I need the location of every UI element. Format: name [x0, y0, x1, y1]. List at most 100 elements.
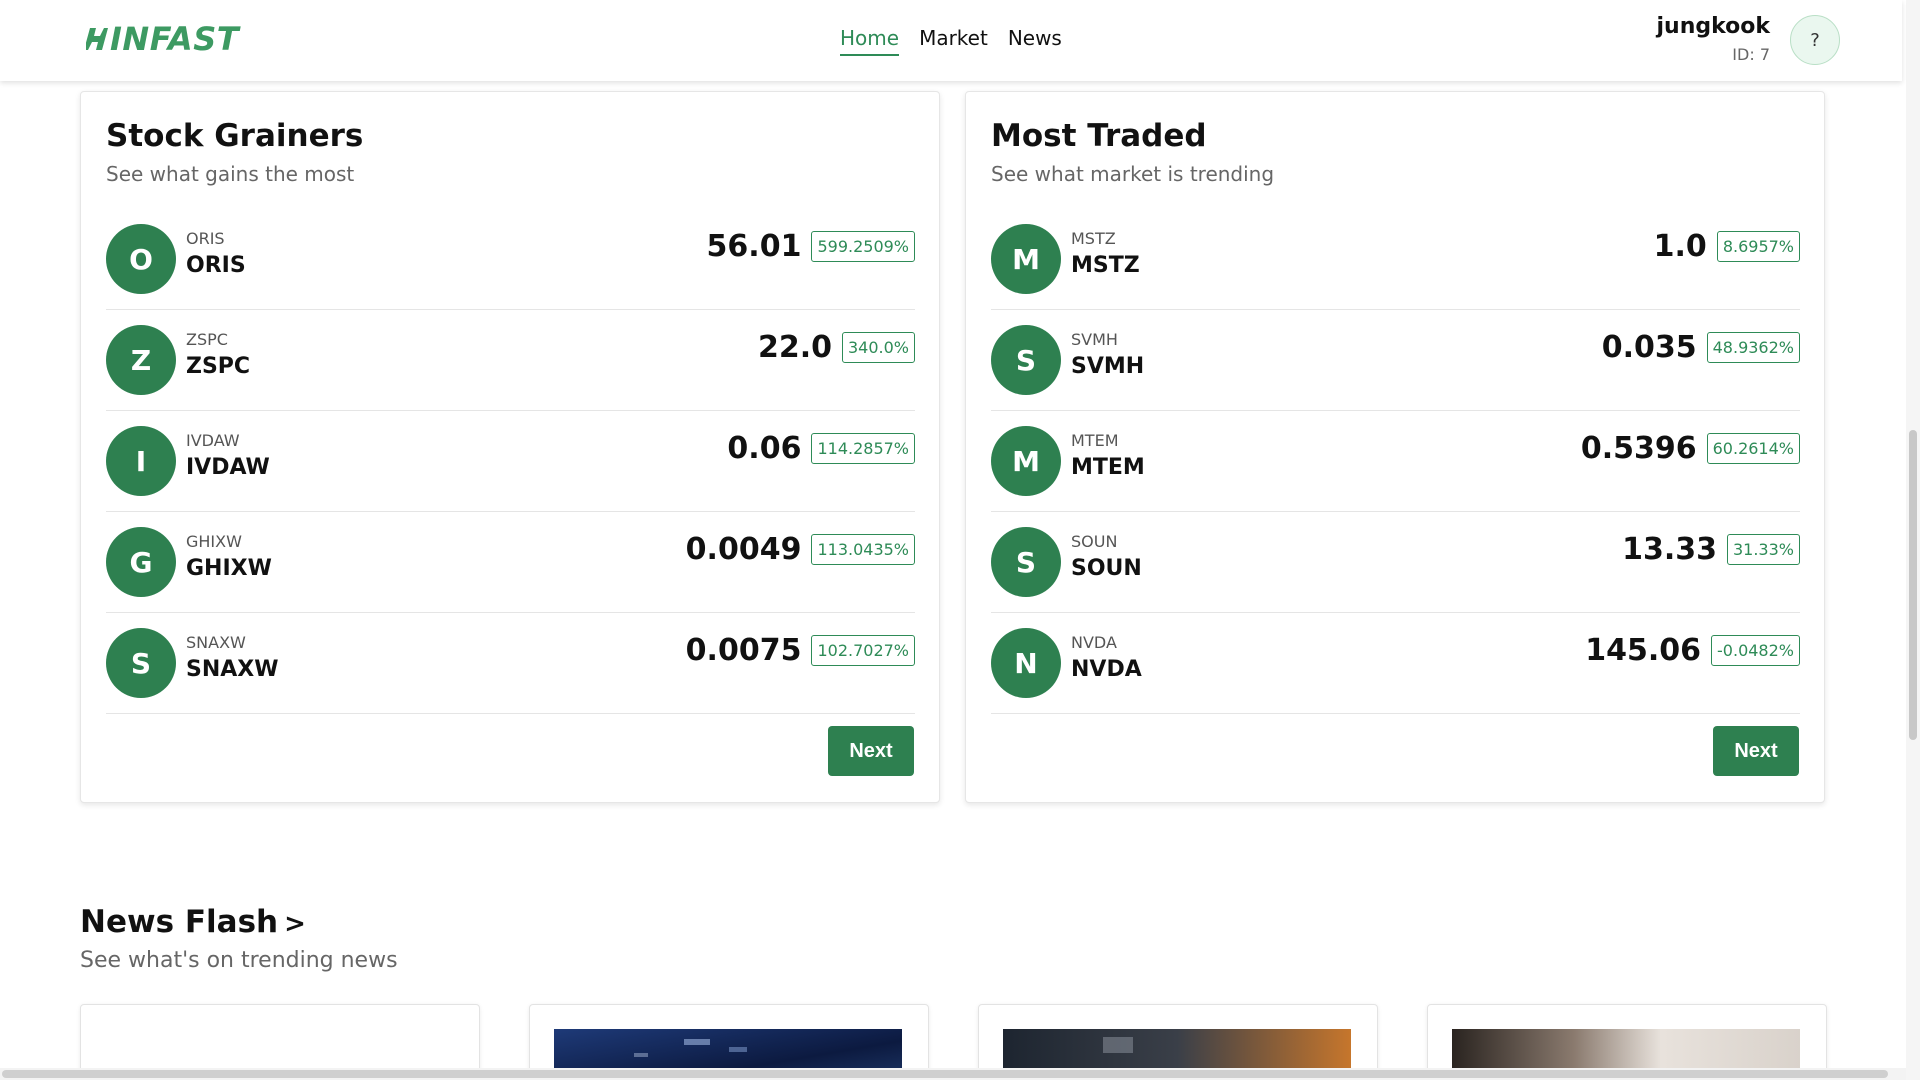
gainers-next-button[interactable]: Next	[828, 726, 914, 776]
user-name: jungkook	[1656, 14, 1770, 39]
change-badge: 599.2509%	[811, 230, 915, 262]
stock-price: 0.035	[1601, 329, 1697, 365]
top-navbar: INFAST Home Market News jungkook ID: 7 ?	[0, 0, 1902, 81]
stock-symbol: ZSPC	[186, 354, 251, 379]
stock-row[interactable]: N NVDA NVDA 145.06 -0.0482%	[991, 613, 1800, 714]
stock-avatar: S	[106, 628, 176, 698]
stock-price: 0.0075	[685, 632, 802, 668]
price-group: 145.06 -0.0482%	[1585, 630, 1800, 670]
help-button[interactable]: ?	[1790, 15, 1840, 65]
nav-market[interactable]: Market	[919, 26, 988, 56]
traded-subtitle: See what market is trending	[991, 162, 1275, 186]
change-badge: 102.7027%	[811, 634, 915, 666]
stock-symbol-small: MSTZ	[1071, 229, 1116, 248]
price-group: 0.0075 102.7027%	[686, 630, 915, 670]
stock-symbol-small: NVDA	[1071, 633, 1117, 652]
brand-logo[interactable]: INFAST	[86, 20, 239, 58]
stock-symbol-small: ZSPC	[186, 330, 228, 349]
price-group: 22.0 340.0%	[758, 327, 915, 367]
change-badge: 31.33%	[1726, 533, 1800, 565]
horizontal-scrollbar[interactable]	[0, 1068, 1906, 1080]
stock-symbol: ORIS	[186, 253, 246, 278]
logo-mark-icon	[86, 28, 108, 50]
stock-symbol-small: SNAXW	[186, 633, 246, 652]
stock-price: 145.06	[1585, 632, 1702, 668]
price-group: 1.0 8.6957%	[1654, 226, 1800, 266]
news-flash-subtitle: See what's on trending news	[80, 948, 398, 973]
price-group: 56.01 599.2509%	[707, 226, 915, 266]
stock-price: 0.06	[727, 430, 802, 466]
stock-symbol-small: SVMH	[1071, 330, 1118, 349]
stock-row[interactable]: S SVMH SVMH 0.035 48.9362%	[991, 310, 1800, 411]
stock-symbol-small: MTEM	[1071, 431, 1119, 450]
change-badge: -0.0482%	[1711, 634, 1800, 666]
stock-price: 13.33	[1622, 531, 1717, 567]
stock-avatar: M	[991, 224, 1061, 294]
price-group: 13.33 31.33%	[1622, 529, 1800, 569]
stock-symbol: SVMH	[1071, 354, 1145, 379]
stock-avatar: S	[991, 527, 1061, 597]
stock-symbol: SOUN	[1071, 556, 1142, 581]
news-flash-heading[interactable]: News Flash >	[80, 904, 306, 940]
chevron-right-icon: >	[284, 909, 306, 939]
stock-row[interactable]: Z ZSPC ZSPC 22.0 340.0%	[106, 310, 915, 411]
price-group: 0.06 114.2857%	[727, 428, 915, 468]
price-group: 0.5396 60.2614%	[1581, 428, 1800, 468]
stock-symbol: MTEM	[1071, 455, 1145, 480]
stock-price: 0.0049	[685, 531, 802, 567]
stock-price: 56.01	[706, 228, 802, 264]
user-info[interactable]: jungkook ID: 7	[1656, 14, 1770, 64]
change-badge: 8.6957%	[1716, 230, 1800, 262]
stock-symbol: NVDA	[1071, 657, 1142, 682]
stock-symbol-small: IVDAW	[186, 431, 240, 450]
stock-avatar: M	[991, 426, 1061, 496]
stock-row[interactable]: S SOUN SOUN 13.33 31.33%	[991, 512, 1800, 613]
stock-price: 1.0	[1653, 228, 1707, 264]
horizontal-scroll-thumb[interactable]	[2, 1070, 1888, 1078]
price-group: 0.035 48.9362%	[1602, 327, 1800, 367]
stock-row[interactable]: I IVDAW IVDAW 0.06 114.2857%	[106, 411, 915, 512]
change-badge: 340.0%	[841, 331, 915, 363]
stock-symbol-small: GHIXW	[186, 532, 242, 551]
stock-row[interactable]: G GHIXW GHIXW 0.0049 113.0435%	[106, 512, 915, 613]
stock-row[interactable]: M MSTZ MSTZ 1.0 8.6957%	[991, 209, 1800, 310]
nav-home[interactable]: Home	[840, 26, 900, 56]
stock-gainers-card: Stock Grainers See what gains the most O…	[80, 91, 940, 803]
news-flash-title: News Flash	[80, 904, 279, 940]
traded-list: M MSTZ MSTZ 1.0 8.6957% S SVMH SVMH 0.03…	[991, 209, 1800, 714]
gainers-list: O ORIS ORIS 56.01 599.2509% Z ZSPC ZSPC …	[106, 209, 915, 714]
vertical-scrollbar[interactable]	[1906, 0, 1920, 1080]
vertical-scroll-thumb[interactable]	[1909, 430, 1917, 740]
change-badge: 60.2614%	[1706, 432, 1800, 464]
stock-avatar: I	[106, 426, 176, 496]
change-badge: 113.0435%	[811, 533, 915, 565]
nav-news[interactable]: News	[1008, 26, 1062, 56]
stock-symbol: SNAXW	[186, 657, 279, 682]
traded-next-button[interactable]: Next	[1713, 726, 1799, 776]
stock-symbol-small: SOUN	[1071, 532, 1118, 551]
gainers-subtitle: See what gains the most	[106, 162, 355, 186]
most-traded-card: Most Traded See what market is trending …	[965, 91, 1825, 803]
stock-symbol: MSTZ	[1071, 253, 1140, 278]
stock-avatar: O	[106, 224, 176, 294]
stock-avatar: N	[991, 628, 1061, 698]
stock-symbol: GHIXW	[186, 556, 272, 581]
stock-symbol: IVDAW	[186, 455, 270, 480]
user-id: ID: 7	[1732, 45, 1770, 64]
stock-price: 22.0	[757, 329, 832, 365]
main-nav: Home Market News	[840, 26, 1062, 56]
stock-symbol-small: ORIS	[186, 229, 225, 248]
stock-row[interactable]: M MTEM MTEM 0.5396 60.2614%	[991, 411, 1800, 512]
stock-row[interactable]: S SNAXW SNAXW 0.0075 102.7027%	[106, 613, 915, 714]
stock-price: 0.5396	[1580, 430, 1697, 466]
change-badge: 48.9362%	[1706, 331, 1800, 363]
stock-avatar: Z	[106, 325, 176, 395]
change-badge: 114.2857%	[811, 432, 915, 464]
traded-title: Most Traded	[991, 118, 1207, 154]
page: INFAST Home Market News jungkook ID: 7 ?…	[0, 0, 1920, 1080]
brand-name: INFAST	[110, 20, 240, 58]
stock-row[interactable]: O ORIS ORIS 56.01 599.2509%	[106, 209, 915, 310]
price-group: 0.0049 113.0435%	[686, 529, 915, 569]
stock-avatar: G	[106, 527, 176, 597]
stock-avatar: S	[991, 325, 1061, 395]
